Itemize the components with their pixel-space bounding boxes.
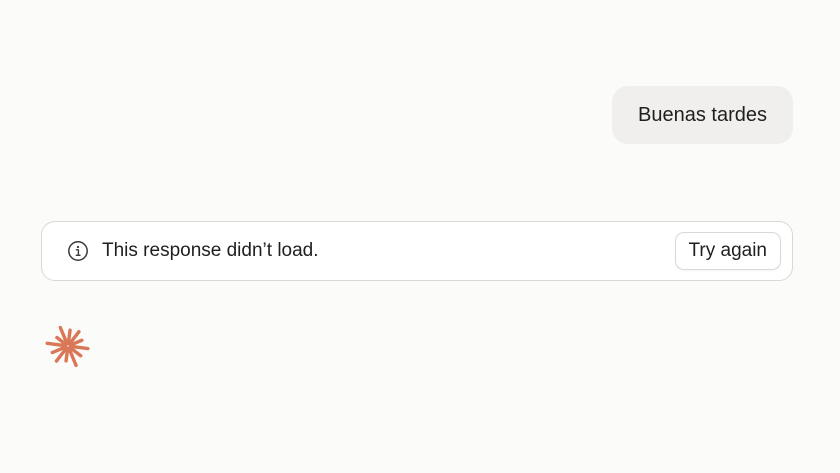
user-message-text: Buenas tardes — [638, 103, 767, 126]
spark-icon — [45, 323, 91, 369]
user-message-bubble: Buenas tardes — [612, 86, 793, 144]
error-banner: This response didn’t load. Try again — [41, 221, 793, 281]
info-icon — [67, 240, 89, 262]
try-again-button[interactable]: Try again — [674, 232, 781, 270]
error-message: This response didn’t load. — [102, 240, 319, 261]
